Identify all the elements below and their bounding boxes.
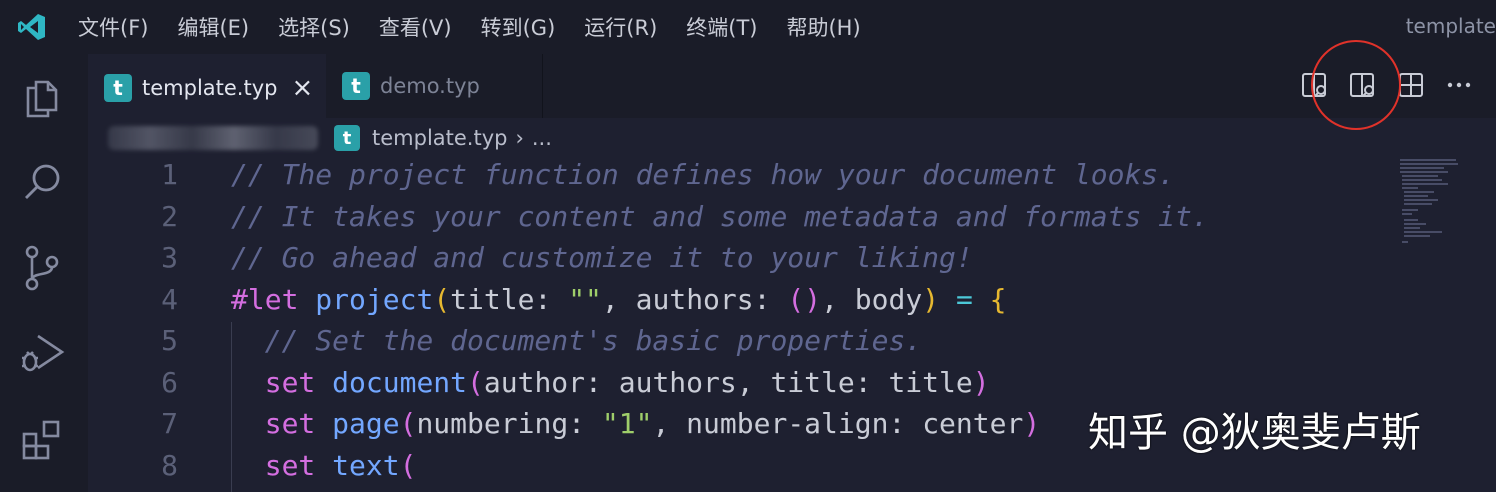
highlight-circle-annotation <box>1311 40 1401 130</box>
window-title: template <box>1405 14 1496 38</box>
code-token: // It takes your content and some metada… <box>231 199 1209 233</box>
code-token: // Set the document's basic properties. <box>231 324 923 357</box>
code-token: , body <box>821 282 923 316</box>
line-number: 4 <box>161 282 178 316</box>
code-token: title: <box>450 282 569 316</box>
code-content: #let project(title: "", authors: (), bod… <box>231 283 1007 316</box>
typst-file-icon: t <box>342 72 370 100</box>
code-line[interactable]: 1 // The project function defines how you… <box>88 158 1388 199</box>
tab-label: demo.typ <box>380 74 480 98</box>
code-token: ( <box>399 407 417 440</box>
code-token: set <box>231 407 316 440</box>
tab-template-typ[interactable]: t template.typ × <box>88 54 326 120</box>
breadcrumb-separator: › <box>515 126 524 150</box>
menu-go[interactable]: 转到(G) <box>481 12 556 42</box>
editor-tab-bar: t template.typ × t demo.typ <box>88 54 1496 120</box>
code-content: // Go ahead and customize it to your lik… <box>231 241 973 274</box>
code-token: () <box>787 282 822 316</box>
tab-label: template.typ <box>142 76 278 100</box>
line-number: 5 <box>161 324 178 357</box>
breadcrumb-more[interactable]: ... <box>532 126 552 150</box>
code-token: project <box>315 282 434 316</box>
code-line[interactable]: 2 // It takes your content and some metad… <box>88 200 1388 241</box>
code-token: { <box>989 282 1007 316</box>
line-number: 6 <box>161 365 178 399</box>
menu-selection[interactable]: 选择(S) <box>278 12 350 42</box>
menu-file[interactable]: 文件(F) <box>78 12 148 42</box>
minimap[interactable] <box>1398 158 1462 248</box>
code-content: set page(numbering: "1", number-align: c… <box>231 407 1041 440</box>
code-token: ) <box>972 365 990 399</box>
code-content: set document(author: authors, title: tit… <box>231 366 990 399</box>
line-number: 7 <box>161 407 178 440</box>
code-token: text <box>332 448 400 482</box>
typst-file-icon: t <box>104 74 132 102</box>
code-token: // The project function defines how your… <box>231 158 1176 191</box>
more-actions-icon[interactable] <box>1444 68 1474 102</box>
code-token: page <box>332 407 400 440</box>
code-token: = <box>955 282 973 316</box>
code-token: ( <box>467 365 484 399</box>
menu-edit[interactable]: 编辑(E) <box>177 12 249 42</box>
code-content: // Set the document's basic properties. <box>231 324 922 357</box>
code-content: // It takes your content and some metada… <box>231 200 1209 233</box>
code-token: // Go ahead and customize it to your lik… <box>231 241 973 274</box>
watermark-text: 知乎 @狄奥斐卢斯 <box>1088 410 1421 456</box>
code-content: // The project function defines how your… <box>231 158 1175 191</box>
extensions-icon[interactable] <box>16 414 68 466</box>
run-debug-icon[interactable] <box>16 326 68 378</box>
menu-view[interactable]: 查看(V) <box>379 12 452 42</box>
code-token: document <box>332 365 468 399</box>
code-token: ( <box>433 282 451 316</box>
code-token: "1" <box>601 407 653 440</box>
breadcrumb-file[interactable]: template.typ <box>372 126 507 150</box>
code-token: "" <box>568 282 602 316</box>
blurred-path <box>108 126 318 150</box>
typst-file-icon: t <box>334 125 360 151</box>
menu-help[interactable]: 帮助(H) <box>786 12 860 42</box>
line-number: 8 <box>161 448 178 482</box>
vscode-logo-icon <box>0 0 64 54</box>
code-content: set text( <box>231 448 417 482</box>
line-number: 1 <box>161 158 178 191</box>
line-number: 2 <box>161 199 178 233</box>
code-token: set <box>231 365 316 399</box>
tab-demo-typ[interactable]: t demo.typ <box>326 54 543 118</box>
code-line[interactable]: 3 // Go ahead and customize it to your li… <box>88 241 1388 282</box>
code-token: ) <box>922 282 940 316</box>
code-token: ( <box>399 448 417 482</box>
search-icon[interactable] <box>16 156 68 208</box>
code-token: set <box>231 448 316 482</box>
menu-bar: 文件(F) 编辑(E) 选择(S) 查看(V) 转到(G) 运行(R) 终端(T… <box>0 0 1496 54</box>
code-token: #let <box>231 282 299 316</box>
code-token: ) <box>1023 407 1041 440</box>
code-token: , authors: <box>601 282 788 316</box>
menu-run[interactable]: 运行(R) <box>584 12 657 42</box>
code-token: , number-align: center <box>652 407 1024 440</box>
line-number: 3 <box>161 241 178 274</box>
code-line[interactable]: 4 #let project(title: "", authors: (), bo… <box>88 283 1388 324</box>
code-line[interactable]: 5 // Set the document's basic properties… <box>88 324 1388 365</box>
source-control-icon[interactable] <box>16 242 68 294</box>
files-icon[interactable] <box>16 70 68 122</box>
activity-bar <box>0 54 88 492</box>
menu-terminal[interactable]: 终端(T) <box>686 12 757 42</box>
code-token: author: authors, title: title <box>483 365 973 399</box>
breadcrumb: t template.typ › ... <box>88 118 1496 158</box>
code-token: numbering: <box>416 407 602 440</box>
close-icon[interactable]: × <box>291 75 313 101</box>
